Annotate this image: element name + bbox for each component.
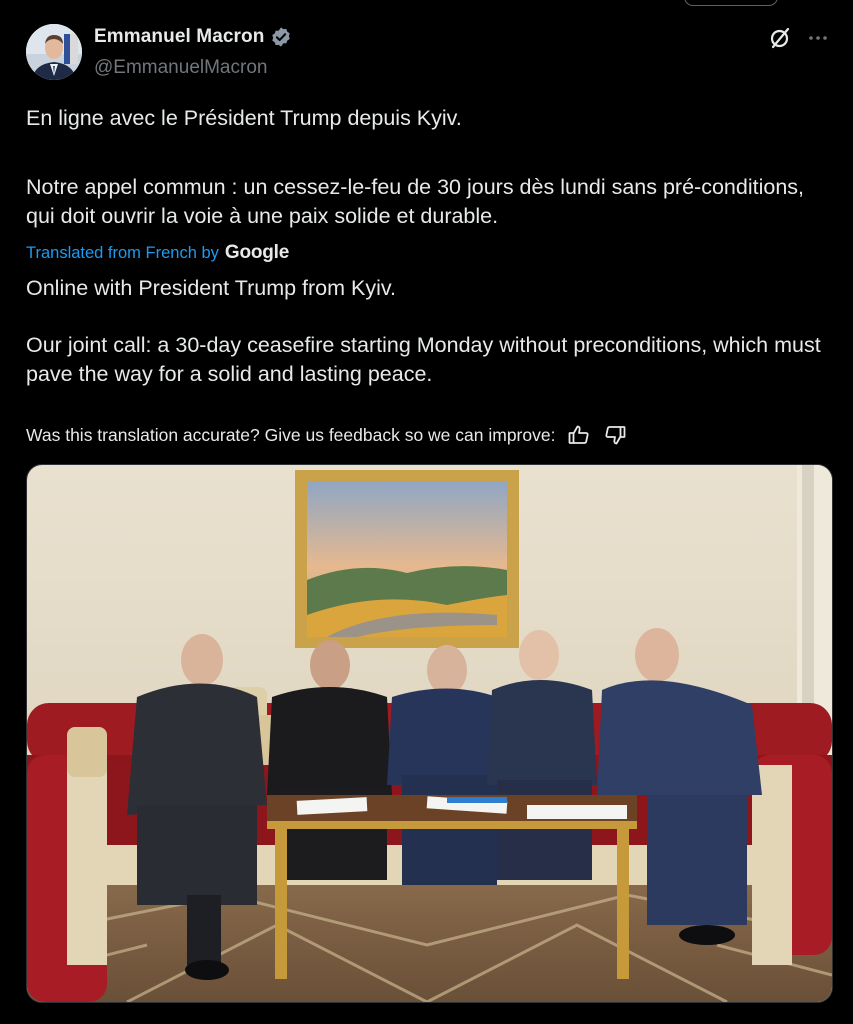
grok-icon[interactable] bbox=[768, 26, 792, 50]
verified-badge-icon[interactable] bbox=[270, 26, 292, 48]
translated-from-label[interactable]: Translated from French by bbox=[26, 244, 219, 263]
author-handle[interactable]: @EmmanuelMacron bbox=[94, 57, 267, 79]
author-display-name[interactable]: Emmanuel Macron bbox=[94, 26, 264, 48]
tweet-translated-line-1: Online with President Trump from Kyiv. bbox=[26, 276, 397, 300]
avatar[interactable] bbox=[26, 24, 82, 80]
thumbs-up-icon[interactable] bbox=[567, 423, 591, 447]
tweet-translated-line-2: Our joint call: a 30-day ceasefire start… bbox=[26, 333, 821, 386]
feedback-prompt: Was this translation accurate? Give us f… bbox=[26, 424, 556, 445]
more-icon[interactable] bbox=[806, 26, 830, 50]
thumbs-down-icon[interactable] bbox=[603, 423, 627, 447]
tweet-original-line-2: Notre appel commun : un cessez-le-feu de… bbox=[26, 175, 804, 228]
tweet-original-line-1: En ligne avec le Président Trump depuis … bbox=[26, 106, 462, 130]
translation-attribution[interactable]: Translated from French by Google bbox=[26, 242, 289, 264]
tweet-photo[interactable] bbox=[26, 464, 833, 1003]
top-partial-button[interactable] bbox=[684, 0, 778, 6]
google-logo: Google bbox=[224, 242, 290, 263]
translation-feedback: Was this translation accurate? Give us f… bbox=[26, 423, 627, 447]
